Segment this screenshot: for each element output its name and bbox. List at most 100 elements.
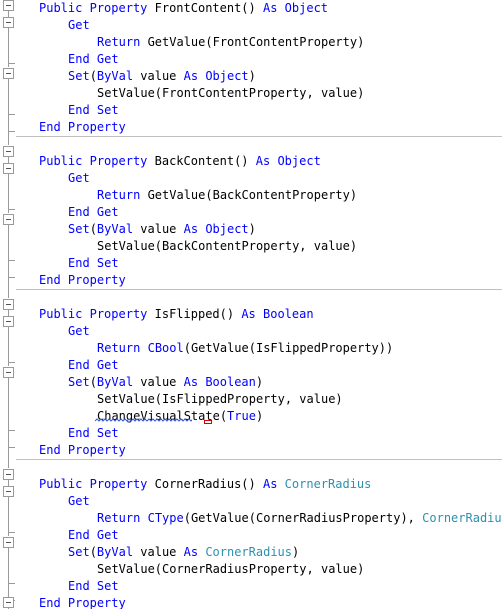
keyword-token: Return [97,341,141,355]
code-line[interactable]: SetValue(IsFlippedProperty, value) [39,391,343,408]
code-line[interactable]: ChangeVisualState(True) [39,408,263,425]
code-line[interactable]: Get [39,493,90,510]
keyword-token: End [68,426,90,440]
keyword-token: Property [67,596,126,609]
keyword-token: True [227,409,256,423]
code-line[interactable]: Return GetValue(BackContentProperty) [39,187,357,204]
identifier-token: SetValue(IsFlippedProperty, value) [97,392,343,406]
keyword-token: Get [68,18,90,32]
code-line[interactable]: End Get [39,204,119,221]
code-line[interactable]: Get [39,170,90,187]
identifier-token [140,511,147,525]
keyword-token: Object [205,69,249,83]
keyword-token: Property [89,307,148,321]
keyword-token: Get [96,52,119,66]
code-line[interactable]: End Set [39,578,119,595]
code-line[interactable]: Public Property FrontContent() As Object [39,0,328,17]
code-line[interactable]: Public Property IsFlipped() As Boolean [39,306,314,323]
keyword-token: Property [89,477,148,491]
identifier-token [277,477,284,491]
identifier-token: ) [248,69,256,83]
keyword-token: Public [39,154,83,168]
code-line[interactable]: Return CBool(GetValue(IsFlippedProperty)… [39,340,393,357]
identifier-token [256,307,263,321]
identifier-token [140,341,147,355]
code-line[interactable]: End Property [39,595,126,609]
keyword-token: Set [96,579,119,593]
keyword-token: Public [39,477,83,491]
code-line[interactable]: End Set [39,255,119,272]
keyword-token: Set [96,256,119,270]
keyword-token: Return [97,188,141,202]
code-line[interactable]: End Property [39,119,126,136]
keyword-token: End [68,528,90,542]
code-line[interactable]: Return CType(GetValue(CornerRadiusProper… [39,510,502,527]
identifier-token [90,358,97,372]
code-line[interactable]: Get [39,17,90,34]
keyword-token: As [183,222,199,236]
code-line[interactable]: Public Property BackContent() As Object [39,153,321,170]
keyword-token: Boolean [205,375,256,389]
code-line[interactable]: End Get [39,527,119,544]
identifier-token [90,426,97,440]
keyword-token: ByVal [96,375,134,389]
code-editor-surface[interactable]: Public Property FrontContent() As Object… [0,0,502,609]
code-line[interactable]: Set(ByVal value As CornerRadius) [39,544,299,561]
keyword-token: Set [68,545,90,559]
keyword-token: Get [68,171,90,185]
identifier-token [61,120,68,134]
identifier-token [277,1,284,15]
code-line[interactable]: Return GetValue(FrontContentProperty) [39,34,364,51]
identifier-token: GetValue(BackContentProperty) [140,188,358,202]
code-line[interactable]: Public Property CornerRadius() As Corner… [39,476,371,493]
identifier-token [82,1,89,15]
keyword-token: Get [96,528,119,542]
keyword-token: Set [68,69,90,83]
keyword-token: Object [284,1,329,15]
code-line[interactable]: Set(ByVal value As Object) [39,221,256,238]
keyword-token: Boolean [263,307,314,321]
identifier-token: ) [255,409,264,423]
identifier-token [61,273,68,287]
code-line[interactable]: End Set [39,102,119,119]
code-line[interactable]: Set(ByVal value As Boolean) [39,374,263,391]
identifier-token [90,528,97,542]
code-text-area[interactable]: Public Property FrontContent() As Object… [0,0,502,609]
keyword-token: As [183,375,199,389]
code-line[interactable]: Set(ByVal value As Object) [39,68,256,85]
identifier-token: FrontContent() [147,1,263,15]
keyword-token: ByVal [96,222,134,236]
keyword-token: End [39,596,61,609]
identifier-token: GetValue(FrontContentProperty) [140,35,365,49]
keyword-token: End [68,579,90,593]
keyword-token: Property [67,120,126,134]
keyword-token: Return [97,35,141,49]
code-line[interactable]: End Get [39,51,119,68]
code-line[interactable]: End Set [39,425,119,442]
identifier-token [90,103,97,117]
identifier-token: value [133,222,184,236]
code-line[interactable]: End Get [39,357,119,374]
keyword-token: ByVal [96,545,134,559]
keyword-token: Set [96,426,119,440]
code-line[interactable]: End Property [39,442,126,459]
identifier-token: SetValue(FrontContentProperty, value) [97,86,365,100]
identifier-token [82,154,89,168]
code-line[interactable]: SetValue(BackContentProperty, value) [39,238,357,255]
identifier-token: BackContent() [147,154,256,168]
keyword-token: Get [96,205,119,219]
keyword-token: Set [68,375,90,389]
code-line[interactable]: Get [39,323,90,340]
identifier-token: value [133,545,184,559]
identifier-token: ( [89,222,97,236]
smart-tag-indicator[interactable] [204,420,212,424]
identifier-token: ( [89,69,97,83]
code-line[interactable]: SetValue(CornerRadiusProperty, value) [39,561,364,578]
identifier-token [90,256,97,270]
code-line[interactable]: End Property [39,272,126,289]
keyword-token: CType [147,511,184,525]
keyword-token: Object [205,222,249,236]
keyword-token: Set [68,222,90,236]
type-token: CornerRadius [422,511,502,525]
code-line[interactable]: SetValue(FrontContentProperty, value) [39,85,364,102]
